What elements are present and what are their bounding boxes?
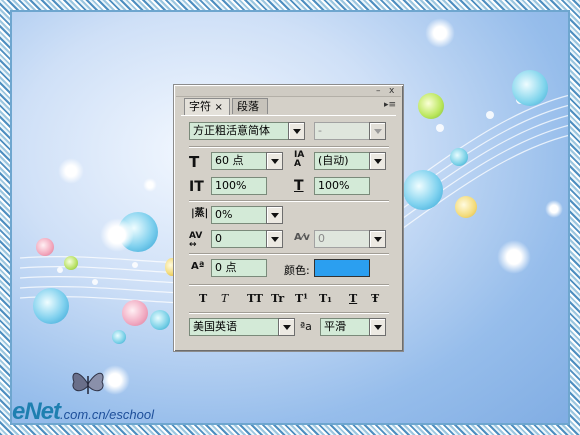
decorative-border-inner bbox=[10, 10, 570, 425]
